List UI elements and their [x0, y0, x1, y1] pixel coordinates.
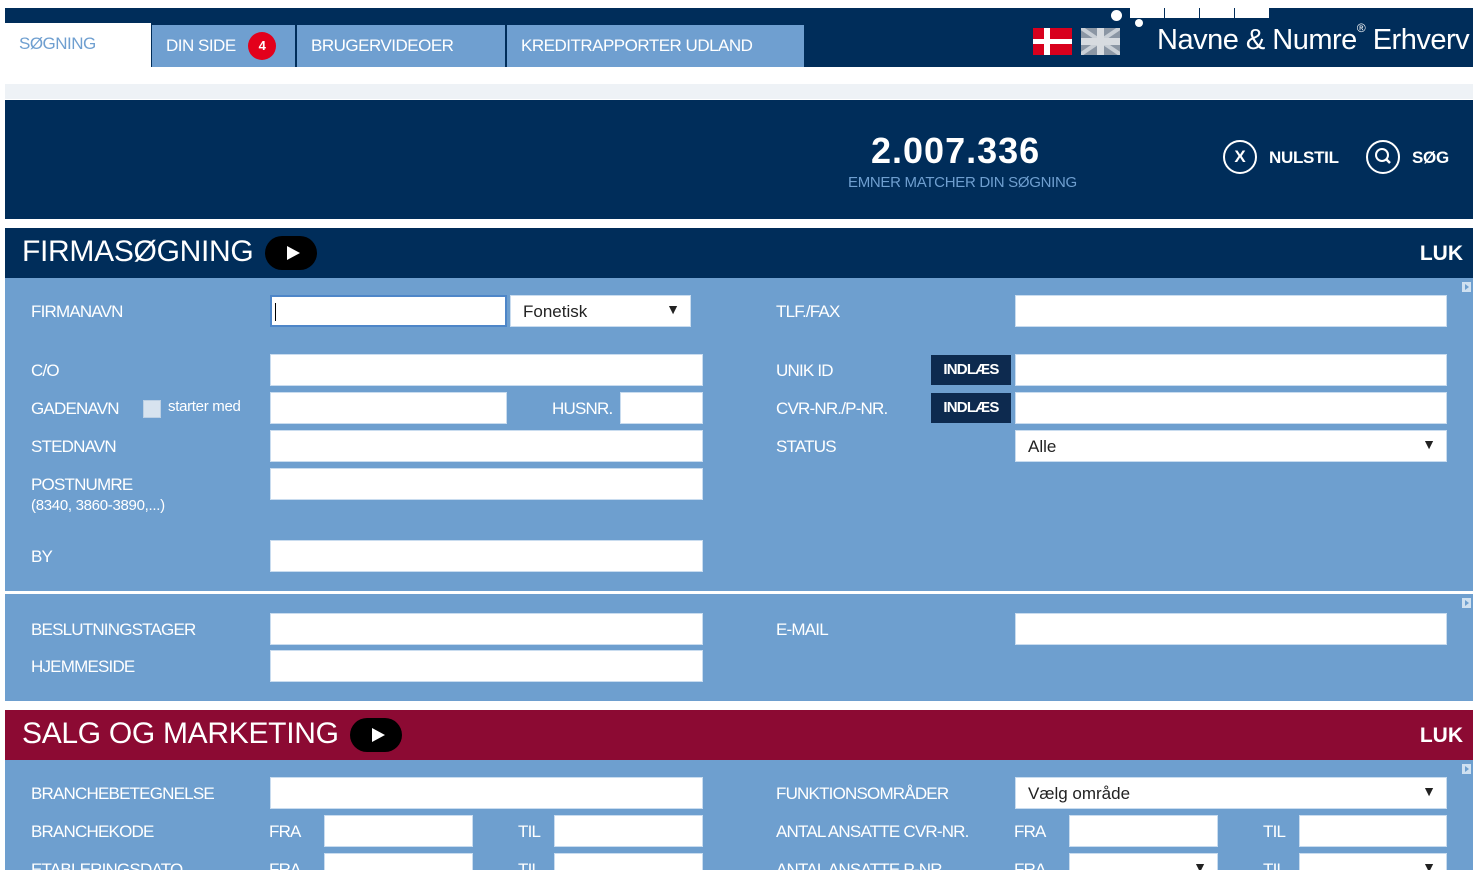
label-etableringsdato: ETABLERINGSDATO	[31, 860, 183, 870]
branchekode-fra-input[interactable]	[324, 815, 473, 847]
label-ansatte-cvr: ANTAL ANSATTE CVR-NR.	[776, 822, 969, 841]
funktion-value: Vælg område	[1028, 784, 1131, 803]
salg-section-title: SALG OG MARKETING	[22, 717, 339, 750]
label-til: TIL	[1263, 822, 1286, 841]
gadenavn-input[interactable]	[270, 392, 507, 424]
label-til: TIL	[518, 822, 541, 841]
close-firma-section[interactable]: LUK	[1420, 242, 1463, 266]
label-unik-id: UNIK ID	[776, 361, 834, 380]
label-branchekode: BRANCHEKODE	[31, 822, 154, 841]
firmanavn-mode-select[interactable]: Fonetisk ▼	[510, 295, 691, 327]
firmanavn-input[interactable]	[270, 295, 507, 327]
status-select[interactable]: Alle ▼	[1015, 430, 1447, 462]
uk-flag-icon[interactable]	[1081, 28, 1120, 55]
funktionsomraader-select[interactable]: Vælg område ▼	[1015, 777, 1447, 809]
etableringsdato-fra-input[interactable]	[324, 853, 473, 870]
result-counter-bar: 2.007.336 EMNER MATCHER DIN SØGNING X NU…	[5, 100, 1473, 219]
label-cvr-p-nr: CVR-NR./P-NR.	[776, 399, 888, 418]
reset-icon[interactable]: X	[1223, 140, 1257, 174]
firma-section-header[interactable]: FIRMASØGNING LUK	[5, 228, 1473, 278]
label-hjemmeside: HJEMMESIDE	[31, 657, 135, 676]
email-input[interactable]	[1015, 613, 1447, 645]
ansatte-p-til-select[interactable]: ▼	[1299, 853, 1447, 870]
label-ansatte-p: ANTAL ANSATTE P-NR.	[776, 860, 946, 870]
danish-flag-icon[interactable]	[1033, 28, 1072, 55]
label-fra: FRA	[1014, 822, 1046, 841]
chevron-down-icon: ▼	[1422, 436, 1436, 452]
notification-badge: 4	[248, 32, 276, 60]
label-starter-med: starter med	[168, 398, 241, 415]
unik-id-indlaes-button[interactable]: INDLÆS	[931, 355, 1011, 385]
play-video-icon[interactable]	[265, 236, 317, 270]
chevron-down-icon: ▼	[1422, 859, 1436, 870]
firmanavn-mode-value: Fonetisk	[523, 302, 588, 321]
search-icon[interactable]	[1366, 140, 1400, 174]
ansatte-p-fra-select[interactable]: ▼	[1069, 853, 1218, 870]
ansatte-cvr-til-input[interactable]	[1299, 815, 1447, 847]
beslutningstager-input[interactable]	[270, 613, 703, 645]
stednavn-input[interactable]	[270, 430, 703, 462]
label-fra: FRA	[269, 860, 301, 870]
hjemmeside-input[interactable]	[270, 650, 703, 682]
firma-section-title: FIRMASØGNING	[22, 235, 254, 268]
text-caret	[275, 303, 276, 321]
chevron-down-icon: ▼	[666, 301, 680, 317]
label-funktionsomraader: FUNKTIONSOMRÅDER	[776, 784, 949, 803]
result-count: 2.007.336	[871, 130, 1041, 171]
label-status: STATUS	[776, 437, 837, 456]
postnumre-input[interactable]	[270, 468, 703, 500]
label-stednavn: STEDNAVN	[31, 437, 117, 456]
label-fra: FRA	[1014, 860, 1046, 870]
label-tlf-fax: TLF./FAX	[776, 302, 840, 321]
salg-section-header[interactable]: SALG OG MARKETING LUK	[5, 710, 1473, 760]
spacer	[5, 84, 1473, 99]
top-navigation: SØGNING DIN SIDE 4 BRUGERVIDEOER KREDITR…	[5, 8, 1473, 67]
firma-panel-contact	[5, 594, 1473, 701]
tab-kreditrapporter-udland[interactable]: KREDITRAPPORTER UDLAND	[507, 25, 804, 67]
label-branchebetegnelse: BRANCHEBETEGNELSE	[31, 784, 215, 803]
brand-logo: Navne & Numre® Erhverv	[1157, 21, 1470, 56]
status-value: Alle	[1028, 437, 1057, 456]
branchebetegnelse-input[interactable]	[270, 777, 703, 809]
label-co: C/O	[31, 361, 60, 380]
label-husnr: HUSNR.	[552, 399, 613, 418]
expand-corner-icon[interactable]	[1462, 282, 1471, 292]
label-postnumre: POSTNUMRE	[31, 475, 133, 494]
tab-brugervideoer[interactable]: BRUGERVIDEOER	[297, 25, 505, 67]
husnr-input[interactable]	[620, 392, 703, 424]
tlf-fax-input[interactable]	[1015, 295, 1447, 327]
label-gadenavn: GADENAVN	[31, 399, 120, 418]
play-video-icon[interactable]	[350, 718, 402, 752]
by-input[interactable]	[270, 540, 703, 572]
label-beslutningstager: BESLUTNINGSTAGER	[31, 620, 196, 639]
tab-soegning[interactable]: SØGNING	[5, 23, 151, 67]
co-input[interactable]	[270, 354, 703, 386]
etableringsdato-til-input[interactable]	[554, 853, 703, 870]
tab-din-side[interactable]: DIN SIDE 4	[152, 25, 295, 67]
tab-din-side-label: DIN SIDE	[166, 36, 236, 55]
cvr-input[interactable]	[1015, 392, 1447, 424]
label-firmanavn: FIRMANAVN	[31, 302, 123, 321]
label-by: BY	[31, 547, 53, 566]
search-button[interactable]: SØG	[1412, 148, 1449, 168]
unik-id-input[interactable]	[1015, 354, 1447, 386]
reset-button[interactable]: NULSTIL	[1269, 148, 1339, 168]
starter-med-checkbox[interactable]	[143, 400, 161, 418]
label-email: E-MAIL	[776, 620, 829, 639]
label-til: TIL	[1263, 860, 1286, 870]
branchekode-til-input[interactable]	[554, 815, 703, 847]
label-til: TIL	[518, 860, 541, 870]
postnumre-hint: (8340, 3860-3890,...)	[31, 497, 165, 514]
cvr-indlaes-button[interactable]: INDLÆS	[931, 393, 1011, 423]
close-salg-section[interactable]: LUK	[1420, 724, 1463, 748]
label-fra: FRA	[269, 822, 301, 841]
expand-corner-icon[interactable]	[1462, 598, 1471, 608]
ansatte-cvr-fra-input[interactable]	[1069, 815, 1218, 847]
chevron-down-icon: ▼	[1193, 859, 1207, 870]
result-count-caption: EMNER MATCHER DIN SØGNING	[848, 174, 1077, 191]
expand-corner-icon[interactable]	[1462, 764, 1471, 774]
chevron-down-icon: ▼	[1422, 783, 1436, 799]
